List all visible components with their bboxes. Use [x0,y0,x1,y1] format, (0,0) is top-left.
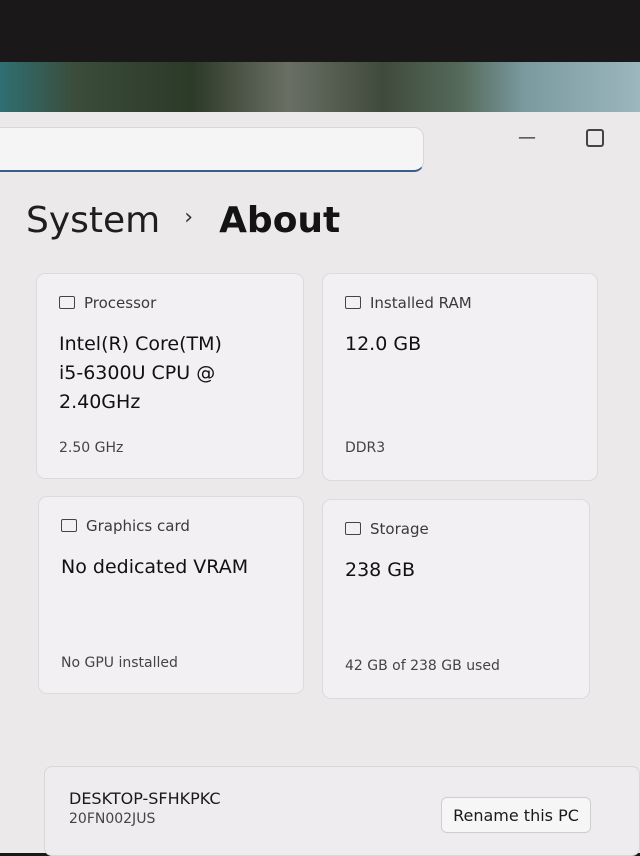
ram-card: Installed RAM 12.0 GB DDR3 [322,273,598,481]
graphics-card: Graphics card No dedicated VRAM No GPU i… [38,496,304,694]
processor-value: Intel(R) Core(TM) i5-6300U CPU @ 2.40GHz [59,333,222,413]
pc-model: 20FN002JUS [69,811,156,827]
ram-label: Installed RAM [345,294,472,312]
processor-label: Processor [59,294,156,312]
graphics-card-icon [61,519,77,532]
graphics-label: Graphics card [61,517,190,535]
processor-speed: 2.50 GHz [59,440,124,456]
ram-value: 12.0 GB [345,333,422,355]
processor-card: Processor Intel(R) Core(TM) i5-6300U CPU… [36,273,304,479]
pc-name: DESKTOP-SFHKPKC [69,789,221,808]
graphics-status: No GPU installed [61,655,178,671]
minimize-button[interactable]: — [518,127,536,148]
ram-type: DDR3 [345,440,386,456]
processor-icon [59,296,75,309]
chevron-right-icon: › [184,205,194,230]
storage-usage: 42 GB of 238 GB used [345,658,500,674]
settings-window: g — System › About Processor Intel(R) Core… [0,112,640,856]
ram-icon [345,296,361,309]
page-title: About [219,200,341,241]
desktop-wallpaper [0,62,640,118]
graphics-value: No dedicated VRAM [61,556,249,578]
storage-icon [345,522,361,535]
storage-value: 238 GB [345,559,416,581]
storage-label: Storage [345,520,429,538]
search-input[interactable]: g [0,127,424,172]
rename-pc-button[interactable]: Rename this PC [441,797,591,833]
storage-card: Storage 238 GB 42 GB of 238 GB used [322,499,590,699]
breadcrumb-system[interactable]: System [26,200,160,241]
pc-name-panel: DESKTOP-SFHKPKC 20FN002JUS Rename this P… [44,766,640,856]
breadcrumb: System › About [26,200,340,241]
maximize-button[interactable] [586,129,604,147]
